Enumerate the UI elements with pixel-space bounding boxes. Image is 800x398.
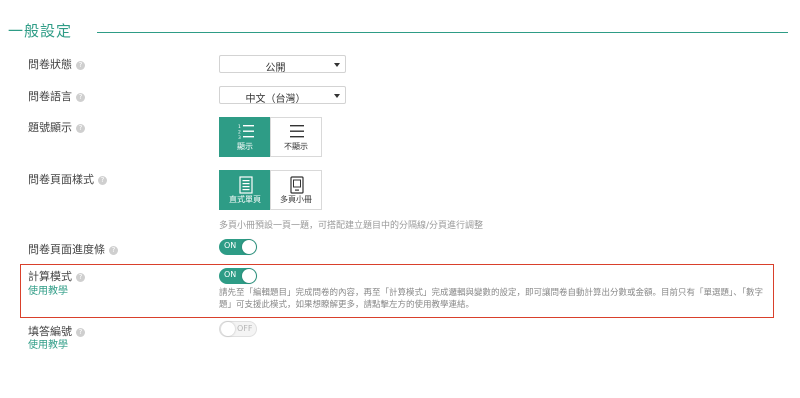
response-number-tutorial-link[interactable]: 使用教學	[28, 336, 68, 351]
calc-mode-description: 請先至「編輯題目」完成問卷的內容，再至「計算模式」完成邏輯與變數的設定，即可讓問…	[219, 288, 764, 310]
help-icon[interactable]: ?	[76, 61, 85, 70]
toggle-knob	[221, 322, 235, 336]
language-label: 問卷語言?	[28, 88, 85, 104]
status-label-text: 問卷狀態	[28, 58, 72, 71]
status-select-value: 公開	[265, 63, 286, 74]
help-icon[interactable]: ?	[76, 124, 85, 133]
section-title: 一般設定	[8, 22, 73, 40]
calc-mode-toggle[interactable]: ON	[219, 268, 257, 284]
toggle-knob	[242, 269, 256, 283]
help-icon[interactable]: ?	[76, 93, 85, 102]
numbering-hide-option[interactable]: 不顯示	[270, 117, 322, 157]
progress-bar-label: 問卷頁面進度條?	[28, 241, 118, 257]
page-style-booklet-label: 多頁小冊	[280, 195, 312, 204]
numbering-label: 題號顯示?	[28, 119, 85, 135]
numbering-hide-label: 不顯示	[284, 142, 308, 151]
numbered-list-icon: 1 2 3	[220, 123, 270, 141]
help-icon[interactable]: ?	[98, 176, 107, 185]
help-icon[interactable]: ?	[76, 273, 85, 282]
help-icon[interactable]: ?	[76, 328, 85, 337]
page-style-note: 多頁小冊預設一頁一題，可搭配建立題目中的分隔線/分頁進行調整	[219, 221, 484, 231]
numbering-show-option[interactable]: 1 2 3 顯示	[219, 117, 271, 157]
calc-mode-toggle-text: ON	[224, 270, 237, 279]
response-number-toggle-text: OFF	[237, 324, 253, 333]
language-select[interactable]: 中文（台灣）	[219, 86, 346, 105]
progress-bar-toggle-text: ON	[224, 241, 237, 250]
page-style-label: 問卷頁面樣式?	[28, 171, 107, 187]
progress-bar-toggle[interactable]: ON	[219, 239, 257, 255]
help-icon[interactable]: ?	[109, 246, 118, 255]
page-style-single-label: 直式單頁	[229, 195, 261, 204]
chevron-down-icon	[334, 94, 340, 98]
status-select[interactable]: 公開	[219, 55, 346, 74]
booklet-icon	[271, 176, 321, 194]
section-divider	[97, 32, 788, 33]
svg-text:1: 1	[238, 124, 241, 130]
language-label-text: 問卷語言	[28, 90, 72, 103]
page-style-single-option[interactable]: 直式單頁	[219, 170, 271, 210]
language-select-value: 中文（台灣）	[245, 94, 306, 105]
numbering-show-label: 顯示	[237, 142, 253, 151]
section-header: 一般設定	[0, 18, 800, 42]
status-label: 問卷狀態?	[28, 56, 85, 72]
page-style-label-text: 問卷頁面樣式	[28, 173, 94, 186]
single-page-icon	[220, 176, 270, 194]
numbering-label-text: 題號顯示	[28, 121, 72, 134]
page-style-booklet-option[interactable]: 多頁小冊	[270, 170, 322, 210]
toggle-knob	[242, 240, 256, 254]
progress-bar-label-text: 問卷頁面進度條	[28, 243, 105, 256]
plain-list-icon	[271, 123, 321, 141]
chevron-down-icon	[334, 63, 340, 67]
svg-text:2: 2	[238, 130, 241, 136]
response-number-toggle[interactable]: OFF	[219, 321, 257, 337]
calc-mode-tutorial-link[interactable]: 使用教學	[28, 282, 68, 297]
